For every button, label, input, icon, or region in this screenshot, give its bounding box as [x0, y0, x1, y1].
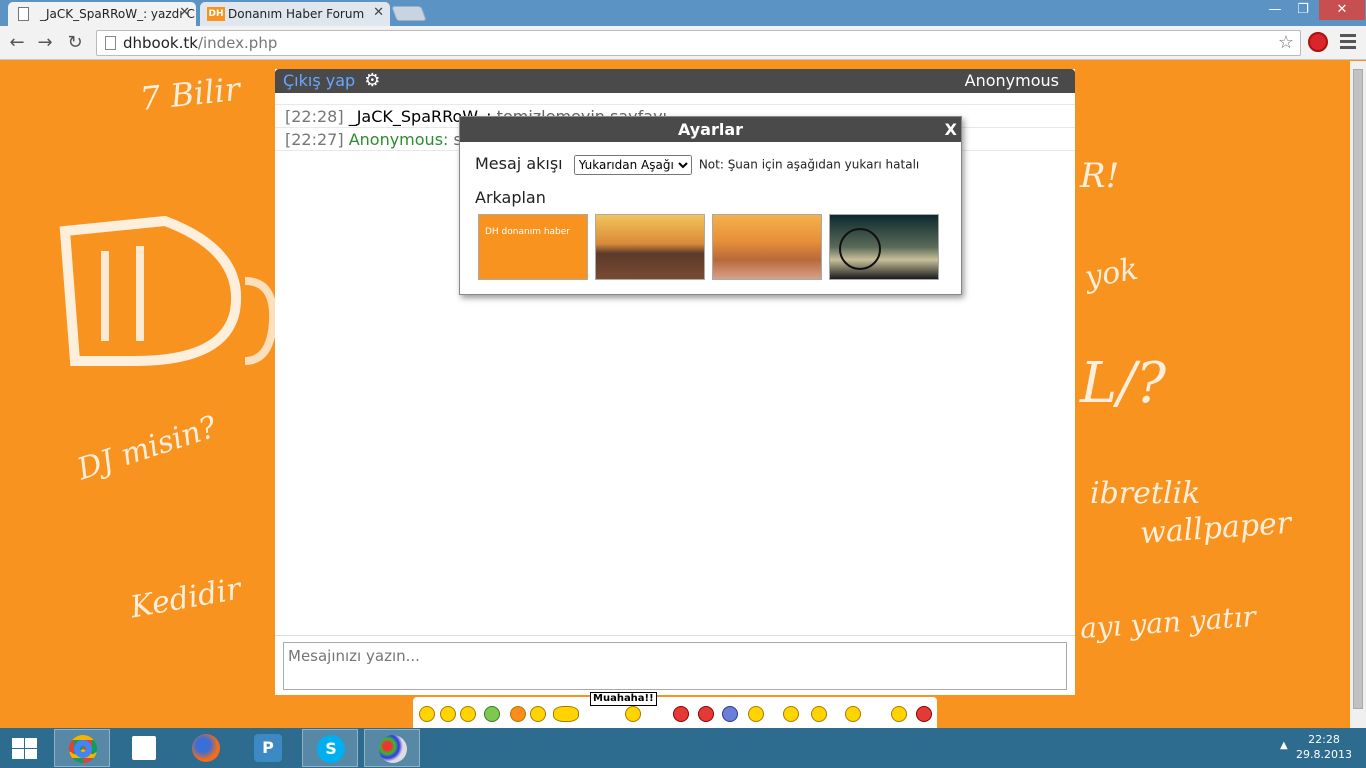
doodle-text: wallpaper	[1138, 505, 1293, 552]
doodle-text: ayı yan yatır	[1079, 599, 1257, 646]
doodle-text: DJ misin?	[73, 409, 221, 488]
clock-date: 29.8.2013	[1296, 748, 1352, 761]
logout-link[interactable]: Çıkış yap	[283, 71, 355, 90]
taskbar-chrome[interactable]	[54, 729, 110, 767]
app-grid-icon	[132, 736, 156, 760]
muahaha-emoji-label[interactable]: Muahaha!!	[590, 692, 657, 706]
message-flow-label: Mesaj akışı	[475, 154, 563, 173]
tab-title: _JaCK_SpaRRoW_: yazdı Cl	[40, 7, 196, 21]
taskbar-skype[interactable]: S	[302, 729, 358, 767]
angel-emoji-icon[interactable]	[460, 706, 476, 722]
smile-emoji-icon[interactable]	[419, 706, 435, 722]
doodle-text: yok	[1082, 251, 1141, 296]
skype-icon: S	[317, 735, 345, 763]
browser-toolbar: ← → ↻ dhbook.tk/index.php ☆	[0, 26, 1366, 60]
doodle-text: 7 Bilir	[138, 69, 242, 119]
compose-area	[275, 635, 1075, 695]
message-input[interactable]	[283, 642, 1067, 690]
doodle-text: ibretlik	[1090, 476, 1201, 511]
system-clock[interactable]: 22:28 29.8.2013	[1296, 732, 1352, 762]
thumbnail-caption: DH donanım haber	[485, 227, 570, 237]
sad-emoji-icon[interactable]	[722, 706, 738, 722]
page-scrollbar[interactable]	[1350, 61, 1366, 728]
back-icon[interactable]: ←	[4, 30, 30, 56]
doodle-text: L/?	[1080, 351, 1167, 416]
close-window-button[interactable]: ✕	[1319, 0, 1365, 20]
message-time: [22:27]	[285, 130, 344, 149]
devil-emoji-icon[interactable]	[698, 706, 714, 722]
thinking-emoji-icon[interactable]	[811, 706, 827, 722]
taskbar-firefox[interactable]	[178, 729, 234, 767]
shock-emoji-icon[interactable]	[891, 706, 907, 722]
message-time: [22:28]	[285, 107, 344, 126]
adblock-extension-icon[interactable]	[1308, 32, 1328, 52]
current-username: Anonymous	[964, 71, 1059, 90]
modal-title: Ayarlar	[677, 120, 744, 139]
message-author[interactable]: Anonymous:	[349, 130, 449, 149]
page-icon	[18, 7, 29, 21]
tab-chat[interactable]: _JaCK_SpaRRoW_: yazdı Cl ✕	[8, 2, 196, 26]
taskbar-pidgin[interactable]: P	[240, 729, 296, 767]
firefox-icon	[192, 734, 220, 762]
modal-header: Ayarlar X	[460, 117, 961, 142]
doodle-text: R!	[1080, 156, 1120, 196]
taskbar: P S ▲ 22:28 29.8.2013	[0, 728, 1366, 768]
thumbs-up-emoji-icon[interactable]	[783, 706, 799, 722]
url-host: dhbook.tk	[123, 34, 198, 52]
clock-time: 22:28	[1308, 733, 1340, 746]
tab-forum[interactable]: DH Donanım Haber Forum ✕	[200, 2, 390, 26]
background-thumbnail-skyline[interactable]	[712, 214, 822, 280]
taskbar-paint[interactable]	[364, 729, 420, 767]
chrome-icon	[69, 735, 97, 763]
close-icon[interactable]: ✕	[179, 5, 190, 20]
page-icon	[105, 36, 116, 50]
taskbar-apps[interactable]	[116, 729, 172, 767]
flying-emoji-icon[interactable]	[553, 706, 579, 722]
minimize-button[interactable]: —	[1262, 0, 1288, 20]
message-flow-note: Not: Şuan için aşağıdan yukarı hatalı	[698, 157, 920, 172]
forward-icon[interactable]: →	[32, 30, 58, 56]
modal-close-button[interactable]: X	[945, 117, 957, 142]
browser-titlebar: _JaCK_SpaRRoW_: yazdı Cl ✕ DH Donanım Ha…	[0, 0, 1366, 26]
cheer-emoji-icon[interactable]	[484, 706, 500, 722]
orange-face-emoji-icon[interactable]	[510, 706, 526, 722]
message-flow-row: Mesaj akışı Yukarıdan Aşağı Not: Şuan iç…	[475, 154, 919, 175]
maximize-button[interactable]: ❐	[1290, 0, 1316, 20]
dh-logo-sketch	[59, 215, 275, 366]
menu-icon[interactable]	[1340, 34, 1356, 52]
windows-start-icon[interactable]	[12, 738, 38, 760]
settings-modal: Ayarlar X Mesaj akışı Yukarıdan Aşağı No…	[459, 116, 962, 295]
grin-emoji-icon[interactable]	[440, 706, 456, 722]
bookmark-star-icon[interactable]: ☆	[1278, 31, 1294, 55]
url-path: /index.php	[197, 34, 278, 52]
background-thumbnail-city-sunset[interactable]	[595, 214, 705, 280]
doodle-text: Kedidir	[127, 571, 244, 626]
p-app-icon: P	[254, 734, 282, 762]
gear-icon[interactable]: ⚙	[364, 69, 380, 93]
reload-icon[interactable]: ↻	[62, 30, 88, 56]
tab-title: Donanım Haber Forum	[228, 7, 365, 21]
scrollbar-thumb[interactable]	[1353, 69, 1363, 709]
dh-icon: DH	[207, 7, 225, 21]
wave-emoji-icon[interactable]	[748, 706, 764, 722]
background-label: Arkaplan	[475, 188, 546, 207]
ferris-wheel-icon	[839, 228, 881, 270]
new-tab-button[interactable]	[391, 6, 427, 21]
background-thumbnail-dh[interactable]: DH donanım haber	[478, 214, 588, 280]
gun-emoji-icon[interactable]	[673, 706, 689, 722]
close-icon[interactable]: ✕	[373, 5, 384, 20]
chat-header: Çıkış yap ⚙ Anonymous	[275, 69, 1075, 93]
angry-emoji-icon[interactable]	[916, 706, 932, 722]
background-thumbnail-london-eye[interactable]	[829, 214, 939, 280]
message-flow-select[interactable]: Yukarıdan Aşağı	[573, 154, 692, 175]
paint-palette-icon	[379, 735, 407, 763]
laugh-emoji-icon[interactable]	[625, 706, 641, 722]
address-bar[interactable]: dhbook.tk/index.php ☆	[96, 30, 1301, 56]
talk-emoji-icon[interactable]	[845, 706, 861, 722]
tray-expand-icon[interactable]: ▲	[1280, 740, 1288, 751]
emoji-bar: Muahaha!!	[413, 692, 937, 728]
cool-emoji-icon[interactable]	[530, 706, 546, 722]
